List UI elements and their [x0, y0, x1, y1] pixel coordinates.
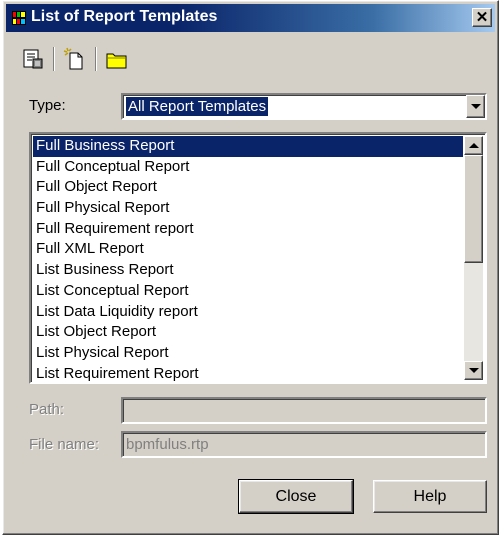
toolbar-separator [95, 47, 97, 71]
list-item[interactable]: List Conceptual Report [33, 281, 463, 302]
close-window-button[interactable]: ✕ [472, 8, 492, 27]
toolbar-separator [53, 47, 55, 71]
scroll-thumb[interactable] [464, 155, 483, 263]
templates-list[interactable]: Full Business Report Full Conceptual Repo… [29, 132, 487, 384]
new-template-button[interactable] [62, 47, 88, 71]
type-dropdown[interactable]: All Report Templates [121, 93, 487, 120]
path-label: Path: [29, 401, 65, 418]
folder-icon [106, 53, 127, 69]
templates-list-items: Full Business Report Full Conceptual Repo… [33, 136, 463, 382]
list-item[interactable]: Full Object Report [33, 177, 463, 198]
close-button-label: Close [275, 487, 317, 505]
path-field [121, 397, 487, 424]
help-button[interactable]: Help [373, 480, 487, 513]
title-bar[interactable]: List of Report Templates ✕ [6, 4, 495, 32]
list-item[interactable]: List Business Report [33, 260, 463, 281]
list-item[interactable]: List Physical Report [33, 343, 463, 364]
toolbar [20, 41, 220, 75]
list-item[interactable]: List Object Report [33, 322, 463, 343]
properties-button[interactable] [20, 47, 46, 71]
list-item[interactable]: Full Business Report [33, 136, 463, 157]
type-label: Type: [29, 97, 66, 114]
arrow-up-icon [468, 143, 479, 148]
new-icon [63, 47, 83, 70]
close-icon: ✕ [475, 9, 489, 26]
app-icon [12, 11, 26, 25]
list-item[interactable]: Full Conceptual Report [33, 157, 463, 178]
file-name-label: File name: [29, 436, 100, 453]
list-item[interactable]: List Requirement Report [33, 364, 463, 382]
window-title: List of Report Templates [31, 8, 218, 25]
chevron-down-icon [470, 104, 481, 109]
help-button-label: Help [413, 487, 447, 505]
list-item[interactable]: Full Requirement report [33, 219, 463, 240]
vertical-scrollbar[interactable] [464, 136, 483, 380]
properties-icon [23, 49, 43, 69]
file-name-value: bpmfulus.rtp [126, 436, 209, 453]
scroll-down-button[interactable] [464, 361, 483, 380]
arrow-down-icon [468, 368, 479, 373]
report-templates-dialog: List of Report Templates ✕ Type: All Rep… [2, 0, 499, 535]
close-button[interactable]: Close [238, 479, 354, 514]
list-item[interactable]: List Data Liquidity report [33, 302, 463, 323]
list-item[interactable]: Full Physical Report [33, 198, 463, 219]
scroll-up-button[interactable] [464, 136, 483, 155]
open-folder-button[interactable] [104, 47, 130, 71]
type-selected-value: All Report Templates [126, 97, 269, 116]
list-item[interactable]: Full XML Report [33, 239, 463, 260]
dropdown-arrow-button[interactable] [466, 95, 485, 118]
file-name-field: bpmfulus.rtp [121, 431, 487, 458]
